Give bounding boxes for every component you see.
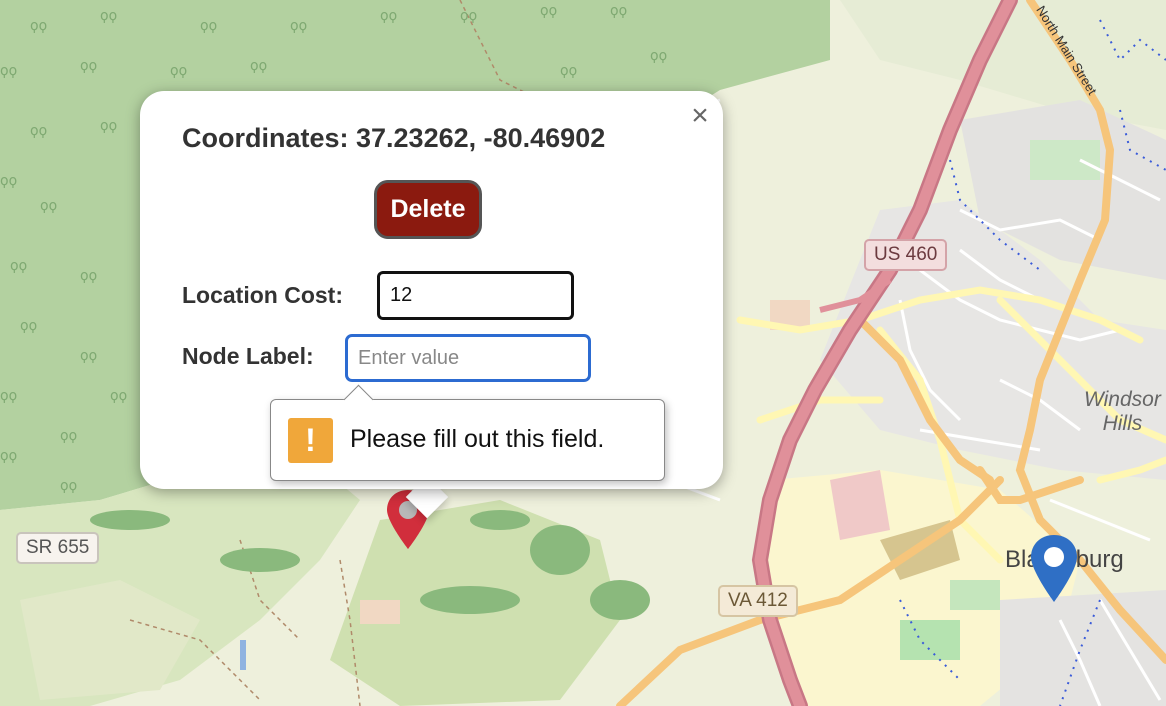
svg-text:ϙϙ: ϙϙ	[290, 18, 307, 34]
coordinates-heading: Coordinates: 37.23262, -80.46902	[182, 123, 606, 153]
svg-text:ϙϙ: ϙϙ	[80, 268, 97, 284]
svg-text:ϙϙ: ϙϙ	[110, 388, 127, 404]
node-label-input[interactable]	[345, 334, 591, 382]
svg-text:ϙϙ: ϙϙ	[80, 58, 97, 74]
svg-text:ϙϙ: ϙϙ	[100, 118, 117, 134]
svg-text:ϙϙ: ϙϙ	[250, 58, 267, 74]
svg-text:ϙϙ: ϙϙ	[80, 348, 97, 364]
svg-text:ϙϙ: ϙϙ	[10, 258, 27, 274]
svg-text:ϙϙ: ϙϙ	[0, 173, 17, 189]
delete-button[interactable]: Delete	[374, 180, 482, 239]
svg-text:ϙϙ: ϙϙ	[200, 18, 217, 34]
svg-text:ϙϙ: ϙϙ	[100, 8, 117, 24]
svg-text:ϙϙ: ϙϙ	[540, 3, 557, 19]
road-shield-sr-655: SR 655	[16, 532, 100, 564]
location-cost-label: Location Cost:	[182, 282, 343, 308]
svg-text:ϙϙ: ϙϙ	[610, 3, 627, 19]
svg-text:ϙϙ: ϙϙ	[0, 448, 17, 464]
svg-text:ϙϙ: ϙϙ	[560, 63, 577, 79]
validation-message: Please fill out this field.	[350, 425, 605, 453]
svg-text:ϙϙ: ϙϙ	[380, 8, 397, 24]
svg-text:ϙϙ: ϙϙ	[460, 8, 477, 24]
svg-text:ϙϙ: ϙϙ	[0, 388, 17, 404]
svg-text:ϙϙ: ϙϙ	[30, 123, 47, 139]
node-label-label: Node Label:	[182, 343, 314, 369]
svg-text:ϙϙ: ϙϙ	[170, 63, 187, 79]
location-marker-blue[interactable]	[1029, 533, 1079, 603]
road-shield-va-412: VA 412	[718, 585, 798, 617]
svg-text:ϙϙ: ϙϙ	[0, 63, 17, 79]
location-cost-input[interactable]	[377, 271, 574, 320]
svg-text:ϙϙ: ϙϙ	[650, 48, 667, 64]
svg-text:ϙϙ: ϙϙ	[40, 198, 57, 214]
svg-text:ϙϙ: ϙϙ	[20, 318, 37, 334]
place-label-windsor-hills: Windsor Hills	[1084, 388, 1161, 435]
road-shield-us-460: US 460	[864, 239, 948, 271]
close-icon[interactable]: ×	[688, 101, 712, 131]
svg-text:ϙϙ: ϙϙ	[30, 18, 47, 34]
svg-text:ϙϙ: ϙϙ	[60, 428, 77, 444]
warning-icon: !	[288, 418, 333, 463]
svg-text:ϙϙ: ϙϙ	[60, 478, 77, 494]
